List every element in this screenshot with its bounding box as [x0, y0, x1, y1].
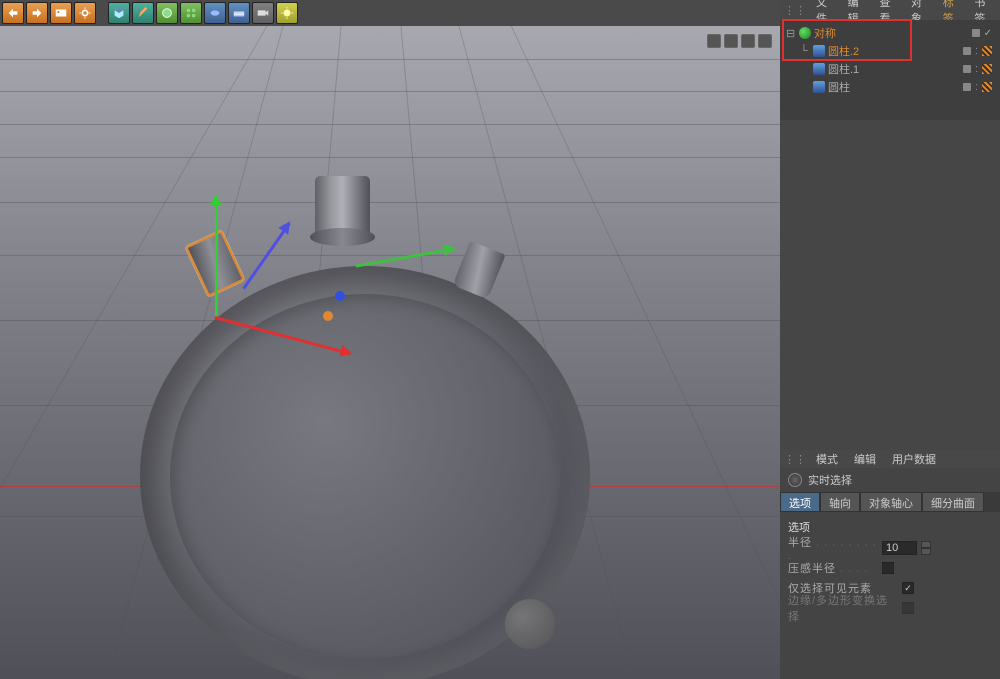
- tool-film-icon[interactable]: [50, 2, 72, 24]
- vis-dot-icon[interactable]: [972, 29, 980, 37]
- viewport-zoom-icon[interactable]: [724, 34, 738, 48]
- cylinder-icon: [813, 81, 825, 93]
- viewport-maximize-icon[interactable]: [758, 34, 772, 48]
- attr-menu-edit[interactable]: 编辑: [848, 451, 882, 467]
- tree-row-cylinder2[interactable]: └ 圆柱.2 :: [780, 42, 1000, 60]
- vis-dot-icon[interactable]: [963, 83, 971, 91]
- attr-section: 选项 半径 . . . . . . . . . 压感半径 . . . . 仅选择…: [780, 512, 1000, 622]
- navigation-widget[interactable]: [505, 599, 555, 649]
- object-tree: ⊟ 对称 ✓ └ 圆柱.2 : 圆柱.1 : 圆柱 :: [780, 20, 1000, 120]
- tool-settings-icon[interactable]: [74, 2, 96, 24]
- tool-camera-icon[interactable]: [252, 2, 274, 24]
- tree-row-cylinder0[interactable]: 圆柱 :: [780, 78, 1000, 96]
- tag-phong-icon[interactable]: [982, 82, 992, 92]
- tool-undo-icon[interactable]: [2, 2, 24, 24]
- viewport-pan-icon[interactable]: [707, 34, 721, 48]
- pressure-label: 压感半径 . . . .: [788, 560, 878, 576]
- pressure-checkbox[interactable]: [882, 562, 894, 574]
- viewport-rotate-icon[interactable]: [741, 34, 755, 48]
- tag-phong-icon[interactable]: [982, 64, 992, 74]
- tool-redo-icon[interactable]: [26, 2, 48, 24]
- radius-label: 半径 . . . . . . . . .: [788, 534, 878, 562]
- axis-origin-dot[interactable]: [323, 311, 333, 321]
- vis-dot-icon[interactable]: [963, 47, 971, 55]
- radius-input[interactable]: [882, 541, 917, 555]
- radius-spinner[interactable]: [921, 541, 931, 555]
- attr-row-pressure: 压感半径 . . . .: [788, 558, 992, 578]
- attr-title-text: 实时选择: [808, 472, 852, 488]
- viewport-controls: [707, 34, 772, 48]
- tree-row-cylinder1[interactable]: 圆柱.1 :: [780, 60, 1000, 78]
- attr-title-row: 实时选择: [780, 468, 1000, 492]
- tool-array-icon[interactable]: [180, 2, 202, 24]
- attr-tabs: 选项 轴向 对象轴心 细分曲面: [780, 492, 1000, 512]
- axis-y-arrow[interactable]: [215, 196, 218, 316]
- tag-phong-icon[interactable]: [982, 46, 992, 56]
- symmetry-icon: [799, 27, 811, 39]
- tab-options[interactable]: 选项: [780, 492, 820, 512]
- attribute-panel: ⋮⋮ 模式 编辑 用户数据 实时选择 选项 轴向 对象轴心 细分曲面 选项 半径…: [780, 450, 1000, 679]
- attr-row-deform: 边缘/多边形变换选择: [788, 598, 992, 618]
- axis-secondary-arrow[interactable]: [355, 247, 454, 267]
- live-selection-icon: [788, 473, 802, 487]
- visible-checkbox[interactable]: ✓: [902, 582, 914, 594]
- tab-object-axis[interactable]: 对象轴心: [860, 492, 922, 512]
- model-face: [170, 294, 560, 659]
- tree-row-symmetry[interactable]: ⊟ 对称 ✓: [780, 24, 1000, 42]
- object-menu-bar: ⋮⋮ 文件 编辑 查看 对象 标签 书签: [780, 0, 1000, 20]
- tool-pen-icon[interactable]: [132, 2, 154, 24]
- cylinder-icon: [813, 45, 825, 57]
- tab-subdivision[interactable]: 细分曲面: [922, 492, 984, 512]
- nav-sphere-icon[interactable]: [505, 599, 555, 649]
- tool-light-icon[interactable]: [276, 2, 298, 24]
- attr-menu-bar: ⋮⋮ 模式 编辑 用户数据: [780, 450, 1000, 468]
- axis-plane-dot[interactable]: [335, 291, 345, 301]
- right-panel: ⋮⋮ 文件 编辑 查看 对象 标签 书签 ⊟ 对称 ✓ └ 圆柱.2 : 圆柱.…: [780, 0, 1000, 679]
- tool-cube-icon[interactable]: [108, 2, 130, 24]
- viewport-3d[interactable]: [0, 26, 780, 679]
- deform-checkbox[interactable]: [902, 602, 914, 614]
- tool-nurbs-icon[interactable]: [156, 2, 178, 24]
- tab-axis[interactable]: 轴向: [820, 492, 860, 512]
- attr-row-radius: 半径 . . . . . . . . .: [788, 538, 992, 558]
- enable-check-icon[interactable]: ✓: [984, 28, 992, 39]
- attr-menu-mode[interactable]: 模式: [810, 451, 844, 467]
- model-knob-top: [315, 176, 370, 236]
- tool-floor-icon[interactable]: [228, 2, 250, 24]
- deform-label: 边缘/多边形变换选择: [788, 592, 898, 624]
- expand-icon[interactable]: ⊟: [786, 27, 796, 40]
- attr-menu-user[interactable]: 用户数据: [886, 451, 942, 467]
- cylinder-icon: [813, 63, 825, 75]
- tool-deformer-icon[interactable]: [204, 2, 226, 24]
- vis-dot-icon[interactable]: [963, 65, 971, 73]
